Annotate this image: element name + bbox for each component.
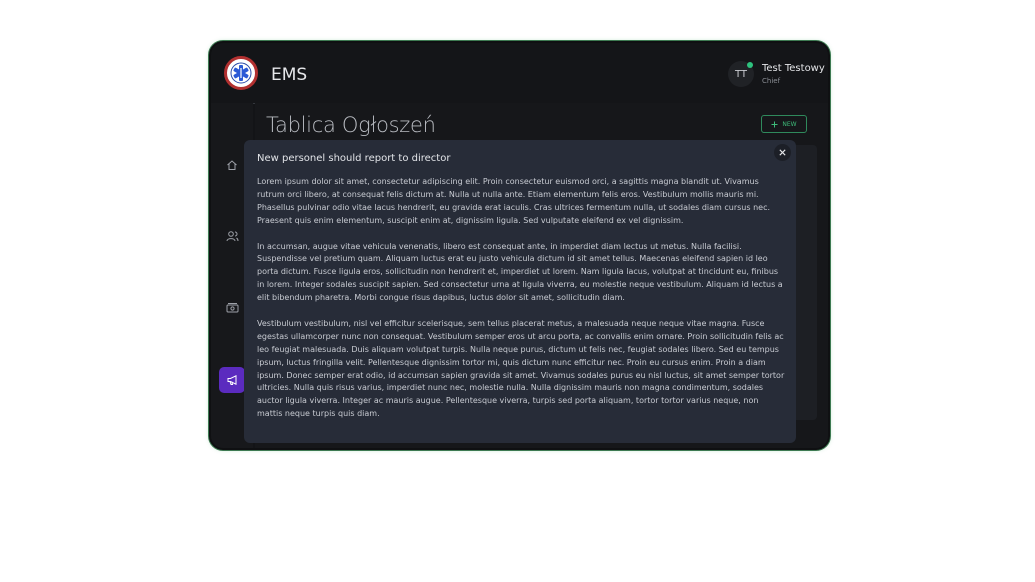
ems-logo <box>224 56 258 90</box>
user-name: Test Testowy <box>762 63 825 74</box>
page-title: Tablica Ogłoszeń <box>266 113 436 137</box>
modal-paragraph: Lorem ipsum dolor sit amet, consectetur … <box>257 177 771 225</box>
sidebar-item-finances[interactable] <box>219 295 245 321</box>
user-role: Chief <box>762 77 781 85</box>
announcement-modal: New personel should report to director L… <box>244 140 796 443</box>
modal-title: New personel should report to director <box>257 153 451 164</box>
users-icon <box>226 231 238 242</box>
modal-paragraph: Vestibulum vestibulum, nisl vel efficitu… <box>257 318 785 419</box>
tablet-frame: EMS TT Test Testowy Chief Tablica Ogłosz… <box>209 41 830 450</box>
online-status-dot <box>747 62 753 68</box>
new-announcement-button[interactable]: NEW <box>761 115 807 133</box>
close-icon <box>779 149 786 156</box>
star-of-life-icon <box>230 62 252 84</box>
home-icon <box>227 160 237 170</box>
app-title: EMS <box>271 65 308 85</box>
plus-icon <box>771 121 778 127</box>
megaphone-icon <box>227 374 236 386</box>
modal-body: Lorem ipsum dolor sit amet, consectetur … <box>257 176 785 434</box>
money-icon <box>226 303 238 313</box>
sidebar-item-home[interactable] <box>219 152 245 178</box>
modal-paragraph: In accumsan, augue vitae vehicula venena… <box>257 241 783 303</box>
new-button-label: NEW <box>782 120 797 128</box>
sidebar-item-announcements[interactable] <box>219 367 245 393</box>
sidebar-item-users[interactable] <box>219 223 245 249</box>
app-header: EMS TT Test Testowy Chief <box>211 43 828 104</box>
modal-close-button[interactable] <box>774 144 791 161</box>
